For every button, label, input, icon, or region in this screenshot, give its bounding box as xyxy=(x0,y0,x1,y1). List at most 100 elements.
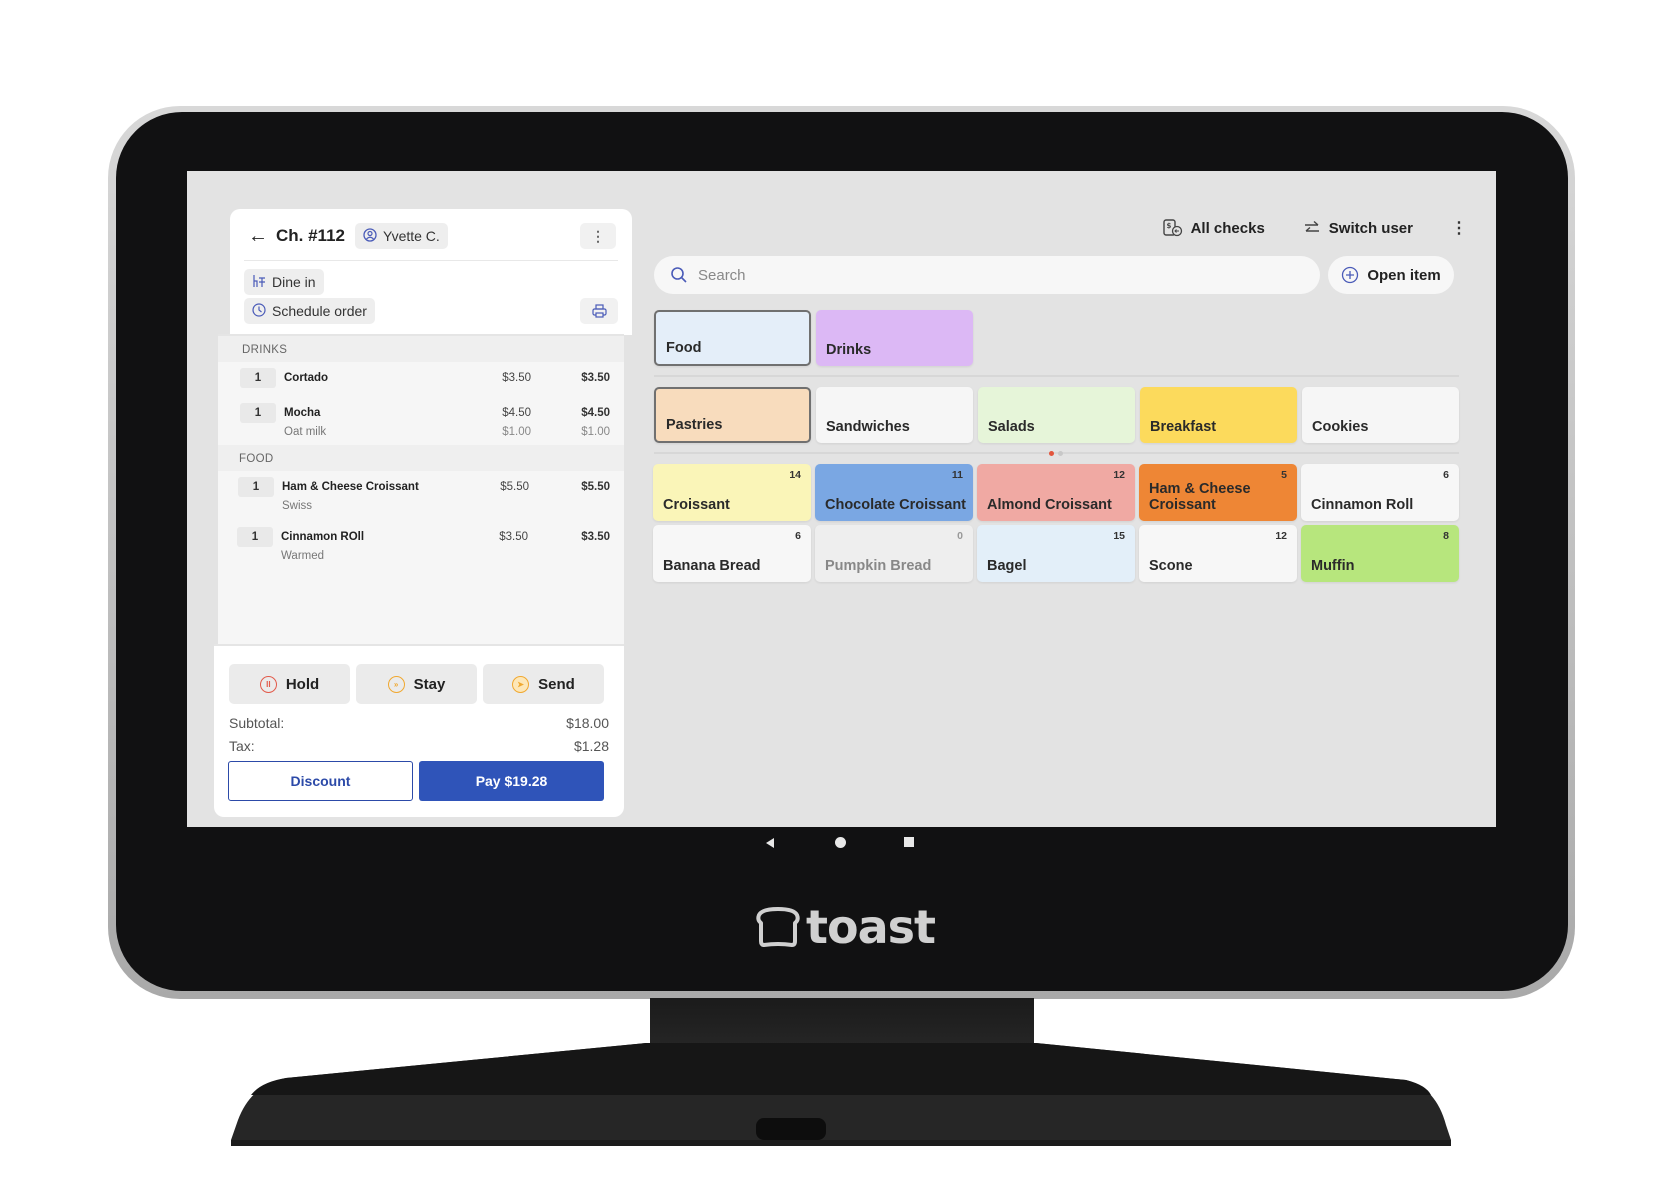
modifier-price: $1.00 xyxy=(502,426,531,438)
pagination-dots[interactable] xyxy=(1049,451,1063,456)
menu-item-button[interactable]: Pumpkin Bread 0 xyxy=(815,525,973,582)
menu-item-button[interactable]: Croissant 14 xyxy=(653,464,811,521)
menu-item-button[interactable]: Banana Bread 6 xyxy=(653,525,811,582)
tile-label: Bagel xyxy=(987,558,1027,574)
svg-text:$: $ xyxy=(1166,222,1171,230)
tax-value: $1.28 xyxy=(573,738,609,754)
stay-label: Stay xyxy=(413,675,446,693)
item-price: $3.50 xyxy=(499,531,528,543)
dine-in-icon xyxy=(252,274,266,291)
tile-label: Chocolate Croissant xyxy=(825,497,966,513)
menu-group-salads[interactable]: Salads xyxy=(978,387,1135,443)
stock-count: 14 xyxy=(789,469,801,481)
menu-item-button[interactable]: Ham & Cheese Croissant 5 xyxy=(1139,464,1297,521)
check-menu-button[interactable]: ⋮ xyxy=(580,223,616,249)
item-modifier: Warmed xyxy=(281,550,325,562)
search-bar[interactable] xyxy=(654,256,1320,294)
send-icon: ➤ xyxy=(512,675,530,693)
tile-label: Salads xyxy=(988,419,1035,435)
item-quantity[interactable]: 1 xyxy=(240,368,276,388)
print-button[interactable] xyxy=(580,298,618,324)
hold-button[interactable]: II Hold xyxy=(229,664,350,704)
pos-screen: ← Ch. #112 Yvette C. ⋮ Dine in Schedule … xyxy=(187,171,1496,827)
menu-group-cookies[interactable]: Cookies xyxy=(1302,387,1459,443)
tile-label: Ham & Cheese Croissant xyxy=(1149,481,1251,513)
tile-label: Sandwiches xyxy=(826,419,910,435)
check-footer: II Hold » Stay ➤ Send Subtotal: $18.00 T… xyxy=(214,644,624,817)
dining-option-label: Dine in xyxy=(272,274,316,290)
kebab-icon: ⋮ xyxy=(1451,220,1467,237)
stock-count: 5 xyxy=(1281,469,1287,481)
menu-item-button[interactable]: Chocolate Croissant 11 xyxy=(815,464,973,521)
user-icon xyxy=(363,227,377,245)
line-item[interactable]: 1 Cortado $3.50 $3.50 xyxy=(218,362,624,397)
pay-button[interactable]: Pay $19.28 xyxy=(419,761,604,801)
menu-item-button[interactable]: Bagel 15 xyxy=(977,525,1135,582)
tax-row: Tax: $1.28 xyxy=(229,735,609,758)
open-item-label: Open item xyxy=(1367,266,1441,284)
item-quantity[interactable]: 1 xyxy=(240,403,276,423)
item-total: $5.50 xyxy=(581,481,610,493)
menu-item-button[interactable]: Cinnamon Roll 6 xyxy=(1301,464,1459,521)
page-dot[interactable] xyxy=(1058,451,1063,456)
item-quantity[interactable]: 1 xyxy=(238,477,274,497)
item-total: $3.50 xyxy=(581,372,610,384)
menu-group-pastries[interactable]: Pastries xyxy=(654,387,811,443)
menu-group-sandwiches[interactable]: Sandwiches xyxy=(816,387,973,443)
discount-button[interactable]: Discount xyxy=(228,761,413,801)
menu-item-button[interactable]: Scone 12 xyxy=(1139,525,1297,582)
server-name: Yvette C. xyxy=(383,228,440,244)
item-quantity[interactable]: 1 xyxy=(237,527,273,547)
all-checks-button[interactable]: $ All checks xyxy=(1162,219,1265,237)
stock-count: 0 xyxy=(957,530,963,542)
tile-label: Banana Bread xyxy=(663,558,761,574)
schedule-order-chip[interactable]: Schedule order xyxy=(244,298,375,324)
clock-icon xyxy=(252,302,266,320)
dining-option-chip[interactable]: Dine in xyxy=(244,269,324,295)
search-icon xyxy=(671,267,687,283)
menu-tab-drinks[interactable]: Drinks xyxy=(816,310,973,366)
tile-label: Pastries xyxy=(666,417,723,433)
item-total: $4.50 xyxy=(581,407,610,419)
menu-item-button[interactable]: Muffin 8 xyxy=(1301,525,1459,582)
printer-icon xyxy=(591,304,607,318)
item-price: $4.50 xyxy=(502,407,531,419)
tax-label: Tax: xyxy=(229,738,255,754)
menu-group-breakfast[interactable]: Breakfast xyxy=(1140,387,1297,443)
tile-label: Cinnamon Roll xyxy=(1311,497,1414,513)
switch-user-button[interactable]: Switch user xyxy=(1303,220,1413,237)
pause-icon: II xyxy=(259,675,277,693)
more-options-button[interactable]: ⋮ xyxy=(1451,218,1467,238)
schedule-order-label: Schedule order xyxy=(272,303,367,319)
check-items-list: DRINKS 1 Cortado $3.50 $3.50 1 Mocha Oat… xyxy=(218,334,624,644)
stay-button[interactable]: » Stay xyxy=(356,664,477,704)
section-label-food: FOOD xyxy=(218,445,624,471)
menu-item-button[interactable]: Almond Croissant 12 xyxy=(977,464,1135,521)
nav-recents-icon[interactable] xyxy=(904,837,914,847)
kebab-icon: ⋮ xyxy=(591,227,605,244)
line-item[interactable]: 1 Ham & Cheese Croissant Swiss $5.50 $5.… xyxy=(218,471,624,521)
check-number: Ch. #112 xyxy=(276,226,345,245)
line-item[interactable]: 1 Mocha Oat milk $4.50 $4.50 $1.00 $1.00 xyxy=(218,397,624,445)
stock-count: 12 xyxy=(1275,530,1287,542)
menu-tab-food[interactable]: Food xyxy=(654,310,811,366)
open-item-button[interactable]: Open item xyxy=(1328,256,1454,294)
brand-name: toast xyxy=(806,900,936,954)
tile-label: Drinks xyxy=(826,342,872,358)
send-button[interactable]: ➤ Send xyxy=(483,664,604,704)
page-dot-active[interactable] xyxy=(1049,451,1054,456)
nav-home-icon[interactable] xyxy=(835,837,846,848)
item-total: $3.50 xyxy=(581,531,610,543)
top-bar: $ All checks Switch user ⋮ xyxy=(1162,218,1467,238)
search-input[interactable] xyxy=(698,266,1258,284)
back-arrow-icon[interactable]: ← xyxy=(248,225,276,248)
tile-label: Croissant xyxy=(663,497,730,513)
nav-back-icon[interactable] xyxy=(766,838,774,848)
stand-base xyxy=(231,1043,1451,1146)
tile-label: Almond Croissant xyxy=(987,497,1112,513)
line-item[interactable]: 1 Cinnamon ROll Warmed $3.50 $3.50 xyxy=(218,521,624,571)
item-price: $3.50 xyxy=(502,372,531,384)
modifier-total: $1.00 xyxy=(581,426,610,438)
server-chip[interactable]: Yvette C. xyxy=(355,223,448,249)
stock-count: 12 xyxy=(1113,469,1125,481)
